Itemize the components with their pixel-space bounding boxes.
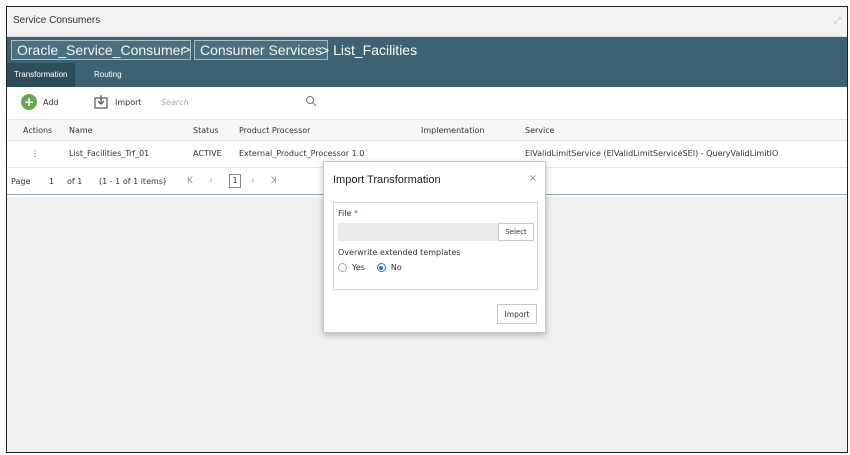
breadcrumb-separator: > bbox=[183, 42, 191, 57]
add-button[interactable]: + Add bbox=[21, 94, 59, 110]
column-header-status[interactable]: Status bbox=[193, 126, 219, 135]
dialog-form-panel: File * Select Overwrite extended templat… bbox=[333, 202, 538, 290]
plus-icon: + bbox=[21, 94, 37, 110]
expand-icon[interactable]: ⤢ bbox=[834, 16, 841, 26]
import-transformation-dialog: Import Transformation × File * Select Ov… bbox=[323, 161, 546, 333]
dialog-title: Import Transformation bbox=[333, 174, 441, 186]
title-bar: Service Consumers ⤢ bbox=[7, 7, 847, 37]
radio-no-label[interactable]: No bbox=[391, 263, 402, 272]
overwrite-radio-group: Yes No bbox=[338, 263, 414, 272]
page-label: Page bbox=[11, 177, 31, 186]
file-label: File * bbox=[338, 209, 358, 218]
app-window: Service Consumers ⤢ Oracle_Service_Consu… bbox=[6, 6, 848, 453]
breadcrumb-item-consumer-services[interactable]: Consumer Services bbox=[194, 40, 329, 60]
tab-routing[interactable]: Routing bbox=[87, 63, 129, 87]
close-icon[interactable]: × bbox=[529, 173, 537, 184]
radio-yes[interactable] bbox=[338, 263, 347, 272]
select-file-button[interactable]: Select bbox=[498, 223, 534, 241]
row-status: ACTIVE bbox=[193, 149, 222, 158]
first-page-icon[interactable]: K bbox=[187, 176, 193, 186]
row-actions-menu-icon[interactable]: ⋮ bbox=[31, 149, 39, 158]
toolbar: + Add Import bbox=[7, 87, 847, 117]
import-button[interactable]: Import bbox=[93, 93, 142, 111]
add-label: Add bbox=[43, 97, 59, 107]
search-icon[interactable] bbox=[305, 95, 317, 107]
file-path-field[interactable] bbox=[338, 223, 498, 241]
previous-page-icon[interactable]: ‹ bbox=[209, 176, 213, 186]
column-header-name[interactable]: Name bbox=[69, 126, 93, 135]
import-button-dialog[interactable]: Import bbox=[497, 304, 537, 324]
last-page-icon[interactable]: ꓘ bbox=[271, 176, 277, 186]
breadcrumb-item-service-consumer[interactable]: Oracle_Service_Consumer bbox=[11, 40, 192, 60]
tab-bar: Transformation Routing bbox=[7, 63, 847, 87]
page-of-label: of 1 bbox=[67, 177, 83, 186]
window-title: Service Consumers bbox=[13, 15, 101, 26]
items-count-label: (1 - 1 of 1 items) bbox=[99, 177, 167, 186]
current-page-button[interactable]: 1 bbox=[229, 174, 241, 188]
breadcrumb-current: > List_Facilities bbox=[321, 42, 418, 58]
overwrite-templates-label: Overwrite extended templates bbox=[338, 248, 461, 257]
import-label: Import bbox=[115, 97, 142, 107]
breadcrumb: Oracle_Service_Consumer > Consumer Servi… bbox=[7, 37, 847, 63]
next-page-icon[interactable]: › bbox=[251, 176, 255, 186]
row-name: List_Facilities_Trf_01 bbox=[69, 149, 150, 158]
table-header: Actions Name Status Product Processor Im… bbox=[7, 119, 847, 141]
import-icon bbox=[94, 95, 108, 109]
required-asterisk: * bbox=[353, 209, 358, 218]
search-field bbox=[157, 94, 317, 110]
column-header-actions: Actions bbox=[23, 126, 53, 135]
column-header-service[interactable]: Service bbox=[525, 126, 555, 135]
row-product-processor: External_Product_Processor 1.0 bbox=[239, 149, 365, 158]
column-header-implementation[interactable]: Implementation bbox=[421, 126, 485, 135]
tab-transformation[interactable]: Transformation bbox=[7, 63, 75, 87]
radio-no[interactable] bbox=[376, 263, 386, 272]
column-header-product-processor[interactable]: Product Processor bbox=[239, 126, 310, 135]
search-input[interactable] bbox=[157, 94, 287, 110]
row-service: ElValidLimitService (ElValidLimitService… bbox=[525, 149, 779, 158]
radio-yes-label[interactable]: Yes bbox=[352, 263, 365, 272]
page-number-input[interactable]: 1 bbox=[49, 177, 54, 186]
